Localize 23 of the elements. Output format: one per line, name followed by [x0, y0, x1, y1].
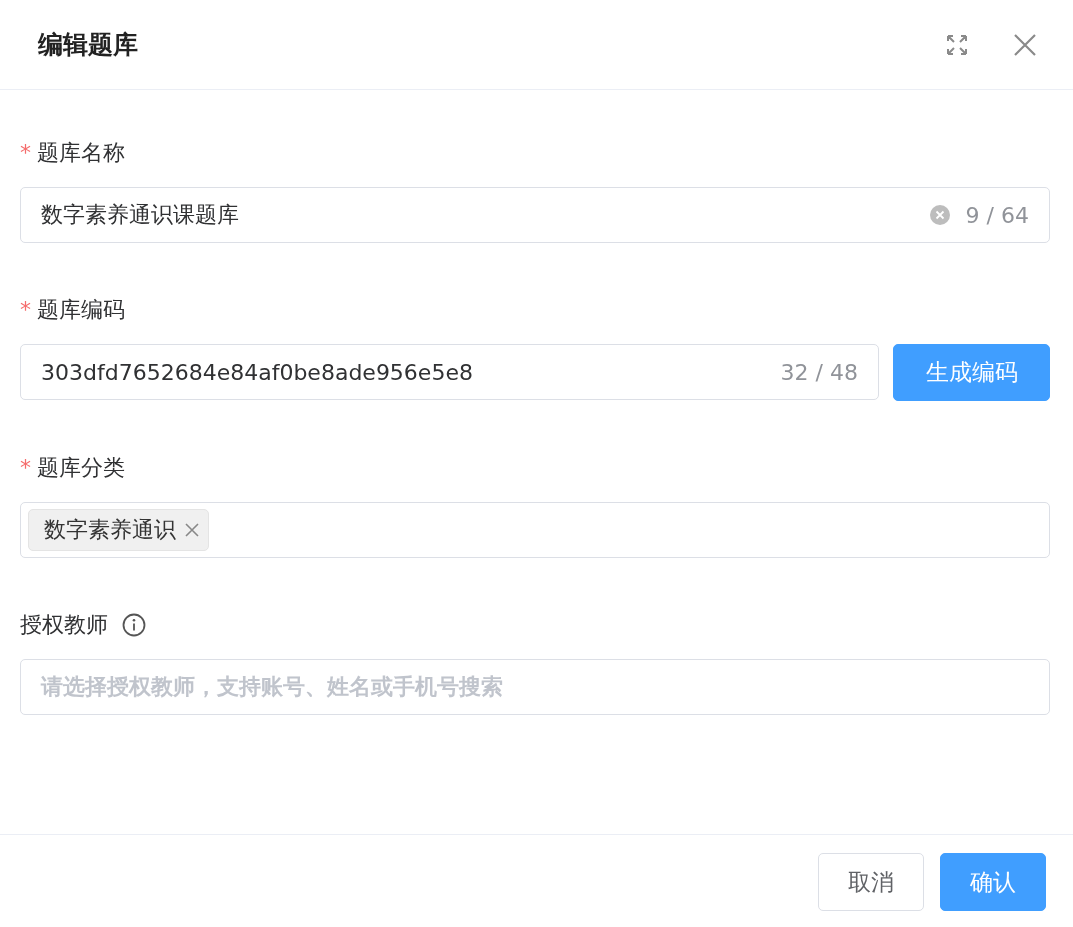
close-icon[interactable] — [1013, 32, 1037, 57]
clear-icon[interactable] — [929, 205, 950, 225]
field-label: 题库编码 — [37, 296, 125, 324]
field-label: 题库分类 — [37, 454, 125, 482]
required-mark: * — [20, 142, 31, 164]
required-mark: * — [20, 299, 31, 321]
info-icon[interactable] — [122, 613, 146, 637]
input-value: 303dfd7652684e84af0be8ade956e5e8 — [41, 359, 474, 385]
input-value: 数字素养通识课题库 — [41, 201, 240, 229]
text-input[interactable]: 303dfd7652684e84af0be8ade956e5e8 32 / 48 — [20, 344, 879, 400]
field-label: 授权教师 — [20, 611, 108, 639]
cancel-button[interactable]: 取消 — [818, 853, 924, 911]
field-label: 题库名称 — [37, 139, 125, 167]
required-mark: * — [20, 457, 31, 479]
placeholder: 请选择授权教师，支持账号、姓名或手机号搜索 — [41, 673, 503, 701]
tag-label: 数字素养通识 — [44, 516, 176, 544]
char-count: 9 / 64 — [965, 202, 1029, 228]
text-input[interactable]: 数字素养通识课题库 9 / 64 — [20, 187, 1050, 243]
remove-icon[interactable] — [185, 523, 199, 537]
char-count: 32 / 48 — [780, 359, 858, 385]
tag-select[interactable]: 数字素养通识 — [20, 502, 1050, 558]
dialog-title: 编辑题库 — [38, 29, 138, 61]
fullscreen-icon[interactable] — [945, 32, 969, 57]
